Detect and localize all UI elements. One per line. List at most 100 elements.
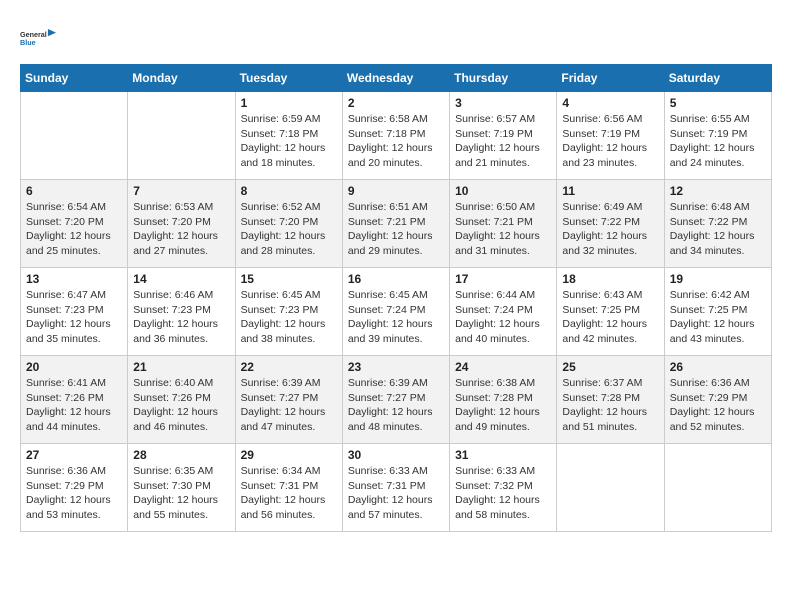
day-number: 18 <box>562 272 658 286</box>
day-number: 7 <box>133 184 229 198</box>
day-sun-info: Sunrise: 6:55 AMSunset: 7:19 PMDaylight:… <box>670 112 766 171</box>
calendar-day-cell: 30 Sunrise: 6:33 AMSunset: 7:31 PMDayligh… <box>342 444 449 532</box>
day-number: 15 <box>241 272 337 286</box>
day-sun-info: Sunrise: 6:36 AMSunset: 7:29 PMDaylight:… <box>670 376 766 435</box>
calendar-day-cell: 8 Sunrise: 6:52 AMSunset: 7:20 PMDaylight… <box>235 180 342 268</box>
day-number: 29 <box>241 448 337 462</box>
day-number: 9 <box>348 184 444 198</box>
day-sun-info: Sunrise: 6:53 AMSunset: 7:20 PMDaylight:… <box>133 200 229 259</box>
calendar-day-cell: 3 Sunrise: 6:57 AMSunset: 7:19 PMDaylight… <box>450 92 557 180</box>
day-sun-info: Sunrise: 6:38 AMSunset: 7:28 PMDaylight:… <box>455 376 551 435</box>
calendar-day-cell: 16 Sunrise: 6:45 AMSunset: 7:24 PMDayligh… <box>342 268 449 356</box>
day-of-week-header: Tuesday <box>235 65 342 92</box>
logo: GeneralBlue <box>20 20 56 56</box>
day-sun-info: Sunrise: 6:40 AMSunset: 7:26 PMDaylight:… <box>133 376 229 435</box>
day-number: 19 <box>670 272 766 286</box>
day-number: 11 <box>562 184 658 198</box>
day-sun-info: Sunrise: 6:33 AMSunset: 7:32 PMDaylight:… <box>455 464 551 523</box>
day-number: 10 <box>455 184 551 198</box>
svg-text:Blue: Blue <box>20 38 36 47</box>
day-number: 2 <box>348 96 444 110</box>
day-number: 25 <box>562 360 658 374</box>
day-sun-info: Sunrise: 6:57 AMSunset: 7:19 PMDaylight:… <box>455 112 551 171</box>
calendar-day-cell: 15 Sunrise: 6:45 AMSunset: 7:23 PMDayligh… <box>235 268 342 356</box>
day-number: 8 <box>241 184 337 198</box>
day-number: 12 <box>670 184 766 198</box>
day-sun-info: Sunrise: 6:56 AMSunset: 7:19 PMDaylight:… <box>562 112 658 171</box>
calendar-day-cell: 9Sunrise: 6:51 AMSunset: 7:21 PMDaylight… <box>342 180 449 268</box>
calendar-day-cell: 20 Sunrise: 6:41 AMSunset: 7:26 PMDayligh… <box>21 356 128 444</box>
day-sun-info: Sunrise: 6:45 AMSunset: 7:23 PMDaylight:… <box>241 288 337 347</box>
day-sun-info: Sunrise: 6:41 AMSunset: 7:26 PMDaylight:… <box>26 376 122 435</box>
day-sun-info: Sunrise: 6:42 AMSunset: 7:25 PMDaylight:… <box>670 288 766 347</box>
calendar-header-row: SundayMondayTuesdayWednesdayThursdayFrid… <box>21 65 772 92</box>
day-sun-info: Sunrise: 6:59 AMSunset: 7:18 PMDaylight:… <box>241 112 337 171</box>
calendar-day-cell: 6Sunrise: 6:54 AMSunset: 7:20 PMDaylight… <box>21 180 128 268</box>
day-sun-info: Sunrise: 6:48 AMSunset: 7:22 PMDaylight:… <box>670 200 766 259</box>
calendar-day-cell <box>128 92 235 180</box>
page-header: GeneralBlue <box>20 20 772 56</box>
day-of-week-header: Sunday <box>21 65 128 92</box>
day-sun-info: Sunrise: 6:54 AMSunset: 7:20 PMDaylight:… <box>26 200 122 259</box>
calendar-day-cell: 28Sunrise: 6:35 AMSunset: 7:30 PMDayligh… <box>128 444 235 532</box>
calendar-day-cell: 31Sunrise: 6:33 AMSunset: 7:32 PMDayligh… <box>450 444 557 532</box>
day-sun-info: Sunrise: 6:52 AMSunset: 7:20 PMDaylight:… <box>241 200 337 259</box>
day-of-week-header: Saturday <box>664 65 771 92</box>
calendar-week-row: 20 Sunrise: 6:41 AMSunset: 7:26 PMDayligh… <box>21 356 772 444</box>
day-number: 24 <box>455 360 551 374</box>
day-sun-info: Sunrise: 6:50 AMSunset: 7:21 PMDaylight:… <box>455 200 551 259</box>
day-sun-info: Sunrise: 6:58 AMSunset: 7:18 PMDaylight:… <box>348 112 444 171</box>
logo-icon: GeneralBlue <box>20 20 56 56</box>
day-number: 14 <box>133 272 229 286</box>
day-number: 16 <box>348 272 444 286</box>
day-sun-info: Sunrise: 6:36 AMSunset: 7:29 PMDaylight:… <box>26 464 122 523</box>
calendar-day-cell: 29Sunrise: 6:34 AMSunset: 7:31 PMDayligh… <box>235 444 342 532</box>
day-number: 21 <box>133 360 229 374</box>
calendar-day-cell: 23 Sunrise: 6:39 AMSunset: 7:27 PMDayligh… <box>342 356 449 444</box>
calendar-week-row: 13 Sunrise: 6:47 AMSunset: 7:23 PMDayligh… <box>21 268 772 356</box>
calendar-week-row: 1Sunrise: 6:59 AMSunset: 7:18 PMDaylight… <box>21 92 772 180</box>
calendar-day-cell: 21 Sunrise: 6:40 AMSunset: 7:26 PMDayligh… <box>128 356 235 444</box>
day-number: 30 <box>348 448 444 462</box>
day-sun-info: Sunrise: 6:33 AMSunset: 7:31 PMDaylight:… <box>348 464 444 523</box>
day-sun-info: Sunrise: 6:37 AMSunset: 7:28 PMDaylight:… <box>562 376 658 435</box>
calendar-week-row: 27 Sunrise: 6:36 AMSunset: 7:29 PMDayligh… <box>21 444 772 532</box>
calendar-day-cell: 7 Sunrise: 6:53 AMSunset: 7:20 PMDaylight… <box>128 180 235 268</box>
calendar-day-cell: 18Sunrise: 6:43 AMSunset: 7:25 PMDayligh… <box>557 268 664 356</box>
day-sun-info: Sunrise: 6:35 AMSunset: 7:30 PMDaylight:… <box>133 464 229 523</box>
calendar-day-cell: 14 Sunrise: 6:46 AMSunset: 7:23 PMDayligh… <box>128 268 235 356</box>
calendar-day-cell: 13 Sunrise: 6:47 AMSunset: 7:23 PMDayligh… <box>21 268 128 356</box>
day-sun-info: Sunrise: 6:39 AMSunset: 7:27 PMDaylight:… <box>241 376 337 435</box>
calendar-day-cell: 24 Sunrise: 6:38 AMSunset: 7:28 PMDayligh… <box>450 356 557 444</box>
calendar-day-cell: 5 Sunrise: 6:55 AMSunset: 7:19 PMDaylight… <box>664 92 771 180</box>
day-number: 26 <box>670 360 766 374</box>
day-sun-info: Sunrise: 6:49 AMSunset: 7:22 PMDaylight:… <box>562 200 658 259</box>
calendar-day-cell: 27 Sunrise: 6:36 AMSunset: 7:29 PMDayligh… <box>21 444 128 532</box>
day-number: 13 <box>26 272 122 286</box>
day-of-week-header: Monday <box>128 65 235 92</box>
day-sun-info: Sunrise: 6:39 AMSunset: 7:27 PMDaylight:… <box>348 376 444 435</box>
day-number: 22 <box>241 360 337 374</box>
day-number: 5 <box>670 96 766 110</box>
day-number: 17 <box>455 272 551 286</box>
calendar-day-cell <box>557 444 664 532</box>
day-of-week-header: Friday <box>557 65 664 92</box>
calendar-day-cell <box>664 444 771 532</box>
day-number: 20 <box>26 360 122 374</box>
day-of-week-header: Wednesday <box>342 65 449 92</box>
day-sun-info: Sunrise: 6:46 AMSunset: 7:23 PMDaylight:… <box>133 288 229 347</box>
day-of-week-header: Thursday <box>450 65 557 92</box>
day-number: 3 <box>455 96 551 110</box>
calendar-week-row: 6Sunrise: 6:54 AMSunset: 7:20 PMDaylight… <box>21 180 772 268</box>
day-number: 4 <box>562 96 658 110</box>
calendar-day-cell: 12 Sunrise: 6:48 AMSunset: 7:22 PMDayligh… <box>664 180 771 268</box>
day-number: 27 <box>26 448 122 462</box>
svg-text:General: General <box>20 30 47 39</box>
day-sun-info: Sunrise: 6:47 AMSunset: 7:23 PMDaylight:… <box>26 288 122 347</box>
calendar-day-cell: 10 Sunrise: 6:50 AMSunset: 7:21 PMDayligh… <box>450 180 557 268</box>
calendar-day-cell: 11 Sunrise: 6:49 AMSunset: 7:22 PMDayligh… <box>557 180 664 268</box>
calendar-day-cell: 19 Sunrise: 6:42 AMSunset: 7:25 PMDayligh… <box>664 268 771 356</box>
calendar-day-cell: 4 Sunrise: 6:56 AMSunset: 7:19 PMDaylight… <box>557 92 664 180</box>
day-sun-info: Sunrise: 6:45 AMSunset: 7:24 PMDaylight:… <box>348 288 444 347</box>
day-number: 23 <box>348 360 444 374</box>
